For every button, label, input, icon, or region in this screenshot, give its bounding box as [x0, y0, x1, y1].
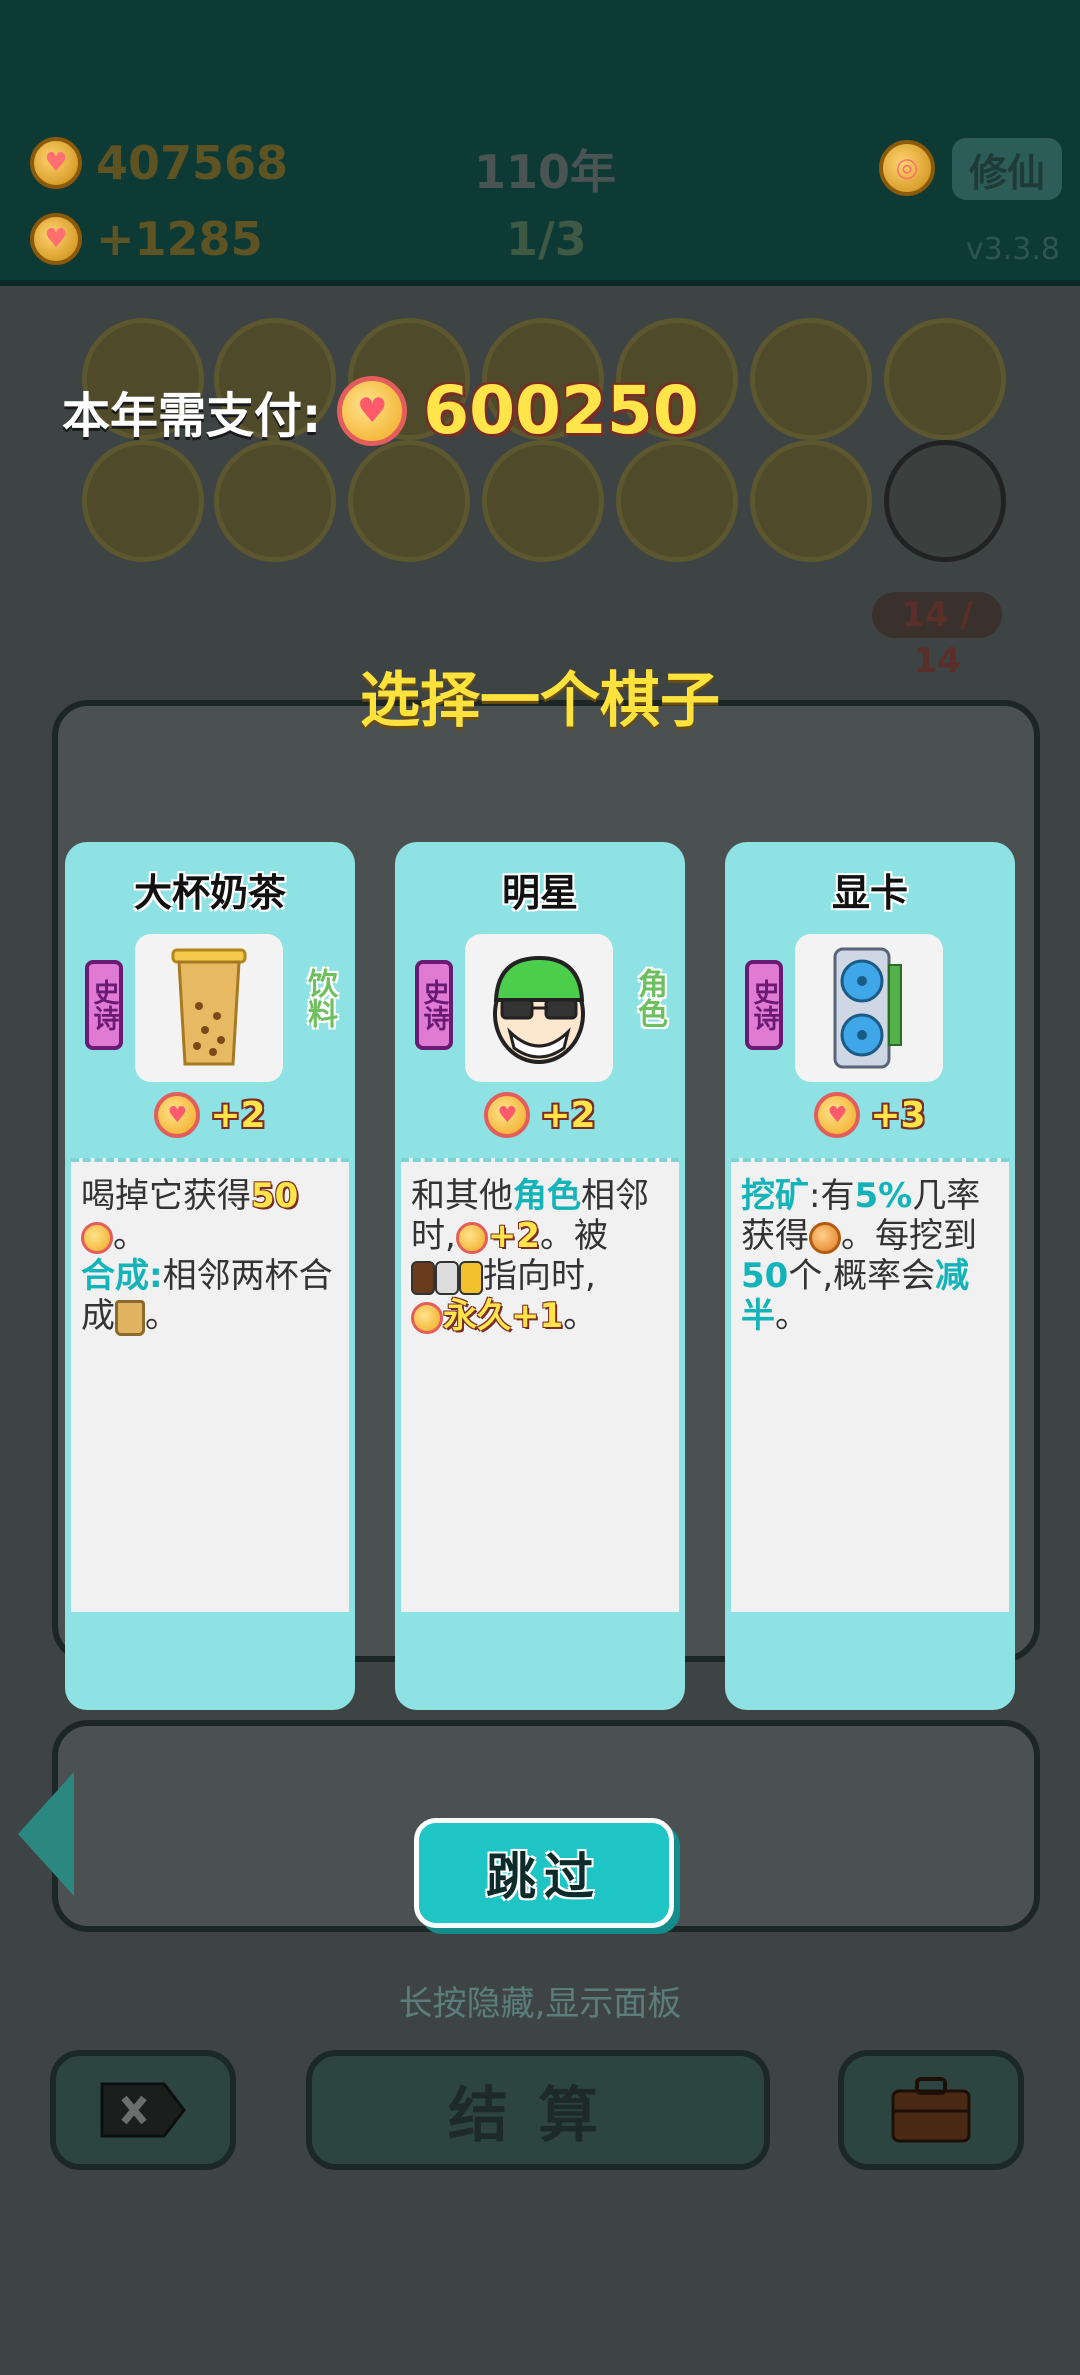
coin-icon: [411, 1301, 443, 1334]
card-description: 和其他角色相邻时, +2。被 指向时, 永久+1。: [401, 1158, 679, 1612]
desc-text: 。被: [539, 1216, 608, 1256]
card-name: 大杯奶茶: [133, 871, 286, 915]
back-arrow-icon[interactable]: [18, 1772, 74, 1896]
coin-total-value: 407568: [96, 136, 289, 190]
desc-keyword: 合成:: [81, 1256, 163, 1296]
desc-keyword: 5%: [854, 1176, 913, 1216]
relic-icon: [82, 440, 204, 562]
coin-icon: ♥: [30, 137, 82, 189]
star-person-icon: [493, 955, 585, 1064]
income: ♥ +1285: [30, 212, 263, 266]
choice-card-star[interactable]: 明星 史诗 角色 ♥ +2 和其他角色相邻时, +2。被 指向时, 永久+1。: [395, 842, 685, 1710]
desc-text: 喝掉它获得: [81, 1176, 251, 1216]
coin-icon: [81, 1221, 113, 1254]
card-description: 挖矿:有5%几率获得 。每挖到50个,概率会减半。: [731, 1158, 1009, 1612]
year-value: 110年: [474, 145, 617, 199]
category-label: 角色: [632, 968, 667, 1028]
coin-icon: ♥: [484, 1092, 531, 1138]
remove-button[interactable]: [50, 2050, 236, 2170]
relic-icon: [616, 440, 738, 562]
hide-panel-hint: 长按隐藏,显示面板: [398, 1984, 682, 2024]
pointing-hand-icon: [435, 1260, 459, 1295]
income-value: +1285: [96, 212, 263, 266]
desc-text: 。: [113, 1216, 147, 1256]
cultivate-button[interactable]: 修仙: [952, 138, 1062, 200]
coin-icon: ♥: [337, 375, 408, 446]
desc-text: 。每挖到: [841, 1216, 977, 1256]
desc-keyword: 角色: [513, 1176, 581, 1216]
payment-amount: 600250: [423, 372, 699, 449]
desc-number: 永久+1: [443, 1296, 564, 1336]
coin-total: ♥ 407568: [30, 136, 288, 190]
category-label: 饮料: [302, 968, 337, 1028]
pointing-hand-icon: [459, 1260, 483, 1295]
choice-card-gpu[interactable]: 显卡 史诗 ♥ +3 挖矿:有5%几率获得 。每挖到50个,概率会减半。: [725, 842, 1015, 1710]
milk-tea-icon: [115, 1299, 145, 1336]
relic-icon: [214, 440, 336, 562]
desc-text: 。: [775, 1296, 809, 1336]
bag-button[interactable]: [838, 2050, 1024, 2170]
coin-icon: ♥: [154, 1092, 201, 1138]
round: 1/3: [506, 212, 587, 266]
rarity-badge: 史诗: [745, 960, 783, 1050]
bonus: ♥ +2: [65, 1092, 355, 1138]
desc-number: +2: [487, 1216, 540, 1256]
year: 110年: [474, 136, 616, 202]
desc-text: 和其他: [411, 1176, 513, 1216]
bonus: ♥ +3: [725, 1092, 1015, 1138]
orange-coin-icon: [809, 1221, 841, 1254]
relic-icon: [750, 440, 872, 562]
choice-card-milk-tea[interactable]: 大杯奶茶 史诗 饮料 ♥ +2 喝掉它获得50 。 合成:相邻两杯合成。: [65, 842, 355, 1710]
cultivate-icon: ◎: [879, 140, 935, 196]
desc-text: 。: [563, 1296, 598, 1336]
card-description: 喝掉它获得50 。 合成:相邻两杯合成。: [71, 1158, 349, 1612]
skip-button[interactable]: 跳过: [414, 1818, 674, 1928]
relic-icon: [348, 440, 470, 562]
briefcase-icon: [891, 2077, 971, 2143]
relic-icon: [884, 318, 1006, 440]
settle-button[interactable]: 结算: [306, 2050, 770, 2170]
card-image: [465, 934, 613, 1082]
bonus-value: +2: [210, 1094, 266, 1136]
card-name: 明星: [501, 871, 578, 915]
desc-keyword: 50: [741, 1256, 789, 1296]
desc-keyword: 挖矿: [741, 1176, 809, 1216]
desc-text: 指向时,: [483, 1256, 596, 1296]
card-name: 显卡: [831, 871, 908, 915]
relic-icon: [750, 318, 872, 440]
desc-text: :有: [809, 1176, 855, 1216]
rarity-badge: 史诗: [85, 960, 123, 1050]
pointing-hand-icon: [411, 1260, 435, 1295]
payment-banner: 本年需支付: ♥ 600250: [62, 372, 699, 449]
board-pager: 14 / 14: [872, 592, 1002, 681]
bonus: ♥ +2: [395, 1092, 685, 1138]
bonus-value: +2: [540, 1094, 596, 1136]
top-hud: ♥ 407568 ♥ +1285 110年 1/3 ◎ 修仙 v3.3.8: [0, 0, 1080, 286]
bonus-value: +3: [870, 1094, 926, 1136]
coin-icon: ♥: [30, 213, 82, 265]
choice-title: 选择一个棋子: [360, 666, 720, 736]
payment-label: 本年需支付:: [62, 387, 322, 444]
delete-icon: [100, 2082, 186, 2138]
coin-icon: [455, 1221, 488, 1254]
card-image: [795, 934, 943, 1082]
settle-label: 结算: [448, 2080, 628, 2151]
gpu-icon: [833, 947, 902, 1069]
milk-tea-icon: [171, 948, 247, 1066]
desc-text: 个,概率会: [788, 1256, 936, 1296]
coin-icon: ♥: [814, 1092, 861, 1138]
version-label: v3.3.8: [965, 232, 1060, 267]
desc-number: 50: [251, 1176, 299, 1216]
relic-icon: [884, 440, 1006, 562]
relic-icon: [482, 440, 604, 562]
rarity-badge: 史诗: [415, 960, 453, 1050]
round-value: 1/3: [506, 212, 587, 266]
desc-text: 。: [145, 1296, 179, 1336]
card-image: [135, 934, 283, 1082]
